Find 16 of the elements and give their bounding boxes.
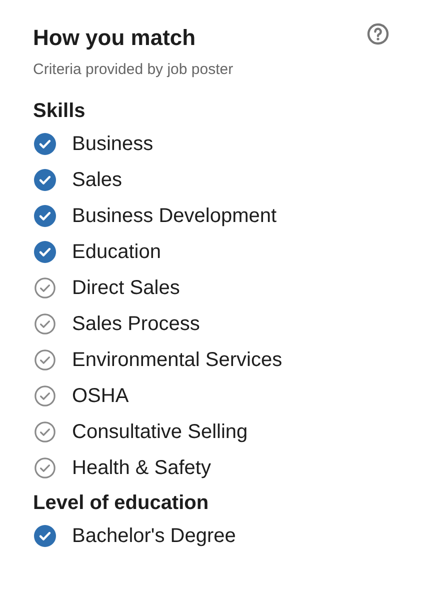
criterion-label: Sales <box>72 168 122 193</box>
criterion-label: Environmental Services <box>72 348 282 373</box>
criterion-label: OSHA <box>72 384 129 409</box>
section-heading: Skills <box>33 99 86 124</box>
subtitle: Criteria provided by job poster <box>33 60 234 80</box>
help-icon[interactable] <box>367 23 389 45</box>
criterion-label: Education <box>72 240 161 265</box>
criterion-label: Bachelor's Degree <box>72 524 236 549</box>
criterion-label: Business Development <box>72 204 277 229</box>
section-heading: Level of education <box>33 491 210 516</box>
criterion-label: Health & Safety <box>72 456 211 481</box>
criterion-label: Business <box>72 132 154 157</box>
criterion-label: Direct Sales <box>72 276 180 301</box>
criterion-label: Consultative Selling <box>72 420 248 445</box>
panel-title: How you match <box>33 24 196 52</box>
criterion-label: Sales Process <box>72 312 200 337</box>
